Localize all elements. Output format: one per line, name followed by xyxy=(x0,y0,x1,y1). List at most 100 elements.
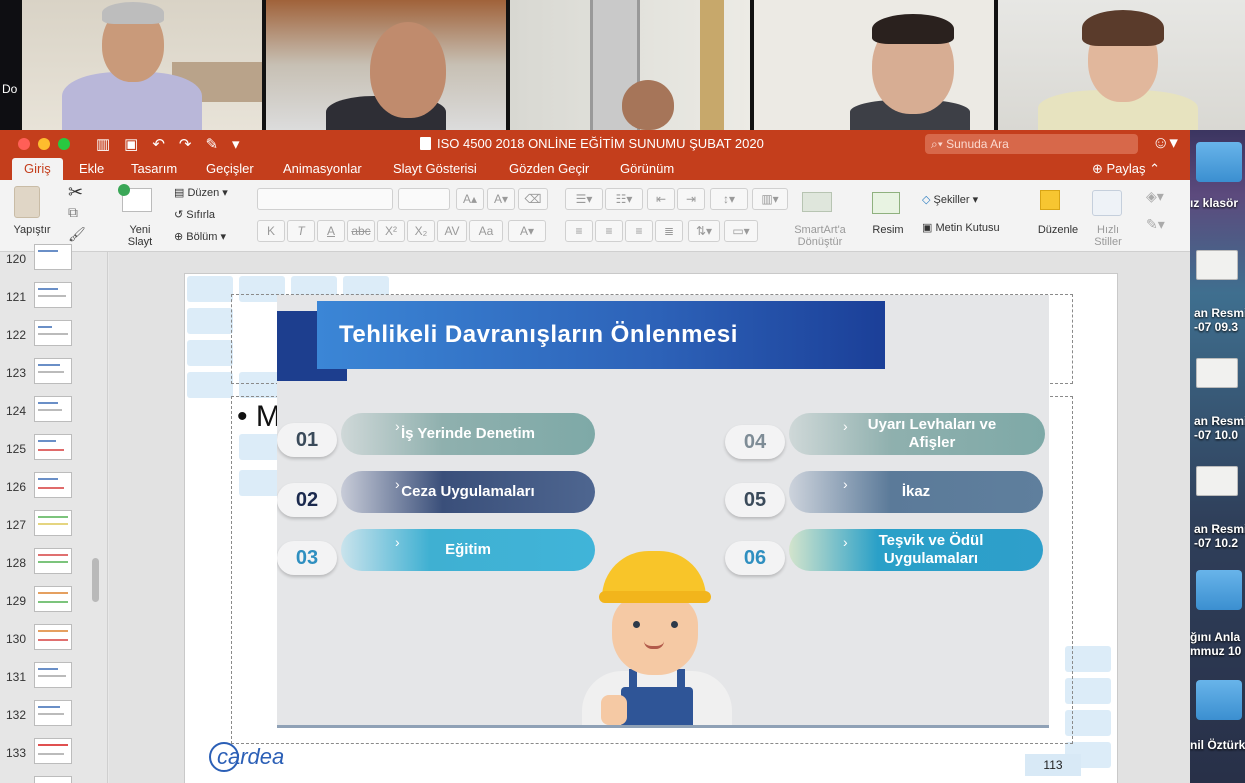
desktop-label[interactable]: ğını Anla xyxy=(1190,630,1245,644)
thumbnail-image[interactable] xyxy=(34,434,72,460)
line-spacing-button[interactable]: ↕▾ xyxy=(710,188,748,210)
quick-styles-icon[interactable] xyxy=(1092,190,1122,216)
desktop-label[interactable]: an Resmi xyxy=(1194,522,1245,536)
thumbnail-row[interactable]: 131 xyxy=(0,662,100,700)
tab-view[interactable]: Görünüm xyxy=(620,161,674,176)
thumbnail-row[interactable]: 127 xyxy=(0,510,100,548)
folder-icon[interactable] xyxy=(1196,142,1242,182)
thumbnail-row[interactable]: 132 xyxy=(0,700,100,738)
zoom-window-button[interactable] xyxy=(58,138,70,150)
thumbnail-image[interactable] xyxy=(34,776,72,783)
desktop-label[interactable]: -07 09.3 xyxy=(1194,320,1245,334)
thumbnail-image[interactable] xyxy=(34,282,72,308)
desktop-label[interactable]: nil Öztürk xyxy=(1190,738,1245,752)
image-file-icon[interactable] xyxy=(1196,358,1238,388)
subscript-button[interactable]: X₂ xyxy=(407,220,435,242)
bold-button[interactable]: K xyxy=(257,220,285,242)
image-file-icon[interactable] xyxy=(1196,466,1238,496)
clear-format-button[interactable]: ⌫ xyxy=(518,188,548,210)
grow-font-button[interactable]: A▴ xyxy=(456,188,484,210)
align-text-button[interactable]: ▭▾ xyxy=(724,220,758,242)
thumbnail-image[interactable] xyxy=(34,244,72,270)
tab-review[interactable]: Gözden Geçir xyxy=(509,161,589,176)
shape-fill-icon[interactable]: ◈▾ xyxy=(1146,188,1164,205)
desktop-label[interactable]: an Resmi xyxy=(1194,306,1245,320)
tab-home[interactable]: Giriş xyxy=(12,158,63,180)
current-slide[interactable]: • M Tehlikeli Davranışların Önlenmesi › İ… xyxy=(184,273,1118,783)
strikethrough-button[interactable]: abc xyxy=(347,220,375,242)
tab-animations[interactable]: Animasyonlar xyxy=(283,161,362,176)
thumbnail-image[interactable] xyxy=(34,548,72,574)
thumbnail-row[interactable]: 120 xyxy=(0,244,100,282)
video-tile-partial[interactable]: Do xyxy=(0,0,20,130)
feedback-smiley-icon[interactable]: ☺▾ xyxy=(1152,133,1178,153)
thumbnail-row[interactable]: 124 xyxy=(0,396,100,434)
numbering-button[interactable]: ☷▾ xyxy=(605,188,643,210)
thumbnail-row[interactable]: 123 xyxy=(0,358,100,396)
thumbnail-image[interactable] xyxy=(34,700,72,726)
video-tile-3[interactable] xyxy=(510,0,750,130)
thumbnail-row[interactable]: 130 xyxy=(0,624,100,662)
smartart-icon[interactable] xyxy=(802,192,832,212)
smartart-label-1[interactable]: SmartArt'a xyxy=(786,224,854,236)
thumbnail-row[interactable]: 129 xyxy=(0,586,100,624)
picture-icon[interactable] xyxy=(872,192,900,214)
new-slide-label-2[interactable]: Slayt xyxy=(118,236,162,248)
arrange-icon[interactable] xyxy=(1040,190,1060,210)
thumbnail-row[interactable]: 122 xyxy=(0,320,100,358)
thumbnail-row[interactable]: 126 xyxy=(0,472,100,510)
textbox-button[interactable]: ▣ Metin Kutusu xyxy=(922,222,1000,234)
thumbnail-image[interactable] xyxy=(34,472,72,498)
tab-insert[interactable]: Ekle xyxy=(79,161,104,176)
thumbnail-row[interactable]: 134 xyxy=(0,776,100,783)
desktop-label[interactable]: -07 10.0 xyxy=(1194,428,1245,442)
align-center-button[interactable]: ≡ xyxy=(595,220,623,242)
thumbnail-image[interactable] xyxy=(34,662,72,688)
smartart-label-2[interactable]: Dönüştür xyxy=(786,236,854,248)
video-tile-4[interactable] xyxy=(754,0,994,130)
quick-styles-label-1[interactable]: Hızlı xyxy=(1086,224,1130,236)
decrease-indent-button[interactable]: ⇤ xyxy=(647,188,675,210)
scissors-icon[interactable]: ✂ xyxy=(68,182,83,203)
quick-access-icons[interactable]: ▥▣↶↷✎▾ xyxy=(96,135,254,153)
quick-styles-label-2[interactable]: Stiller xyxy=(1086,236,1130,248)
folder-icon[interactable] xyxy=(1196,680,1242,720)
thumbnail-row[interactable]: 128 xyxy=(0,548,100,586)
section-button[interactable]: ⊕ Bölüm ▾ xyxy=(174,231,226,243)
font-name-dropdown[interactable] xyxy=(257,188,393,210)
image-file-icon[interactable] xyxy=(1196,250,1238,280)
underline-button[interactable]: A xyxy=(317,220,345,242)
thumbnail-row[interactable]: 121 xyxy=(0,282,100,320)
thumbnail-image[interactable] xyxy=(34,510,72,536)
thumbnail-row[interactable]: 125 xyxy=(0,434,100,472)
thumbnail-image[interactable] xyxy=(34,624,72,650)
justify-button[interactable]: ≣ xyxy=(655,220,683,242)
shapes-button[interactable]: ◇ Şekiller ▾ xyxy=(922,194,978,206)
thumbnail-image[interactable] xyxy=(34,738,72,764)
change-case-button[interactable]: Aa xyxy=(469,220,503,242)
picture-label[interactable]: Resim xyxy=(864,224,912,236)
char-spacing-button[interactable]: AV xyxy=(437,220,467,242)
close-window-button[interactable] xyxy=(18,138,30,150)
desktop-label[interactable]: -07 10.2 xyxy=(1194,536,1245,550)
thumbnail-image[interactable] xyxy=(34,320,72,346)
tab-slideshow[interactable]: Slayt Gösterisi xyxy=(393,161,477,176)
bullets-button[interactable]: ☰▾ xyxy=(565,188,603,210)
thumbnail-image[interactable] xyxy=(34,586,72,612)
tab-transitions[interactable]: Geçişler xyxy=(206,161,254,176)
search-box[interactable]: ⌕▾ Sunuda Ara xyxy=(925,134,1138,154)
font-size-dropdown[interactable] xyxy=(398,188,450,210)
superscript-button[interactable]: X² xyxy=(377,220,405,242)
shape-outline-icon[interactable]: ✎▾ xyxy=(1146,216,1165,233)
increase-indent-button[interactable]: ⇥ xyxy=(677,188,705,210)
layout-button[interactable]: ▤ Düzen ▾ xyxy=(174,187,228,199)
format-painter-icon[interactable]: 🖌 xyxy=(68,226,86,243)
embedded-picture[interactable]: Tehlikeli Davranışların Önlenmesi › İş Ye… xyxy=(277,295,1049,728)
thumbnail-scrollbar[interactable] xyxy=(92,558,99,602)
copy-icon[interactable]: ⧉ xyxy=(68,204,78,221)
minimize-window-button[interactable] xyxy=(38,138,50,150)
desktop-label[interactable]: ız klasör xyxy=(1190,196,1245,210)
clipboard-icon[interactable] xyxy=(14,186,40,218)
share-button[interactable]: ⊕ Paylaş ⌃ xyxy=(1092,161,1160,177)
columns-button[interactable]: ▥▾ xyxy=(752,188,788,210)
